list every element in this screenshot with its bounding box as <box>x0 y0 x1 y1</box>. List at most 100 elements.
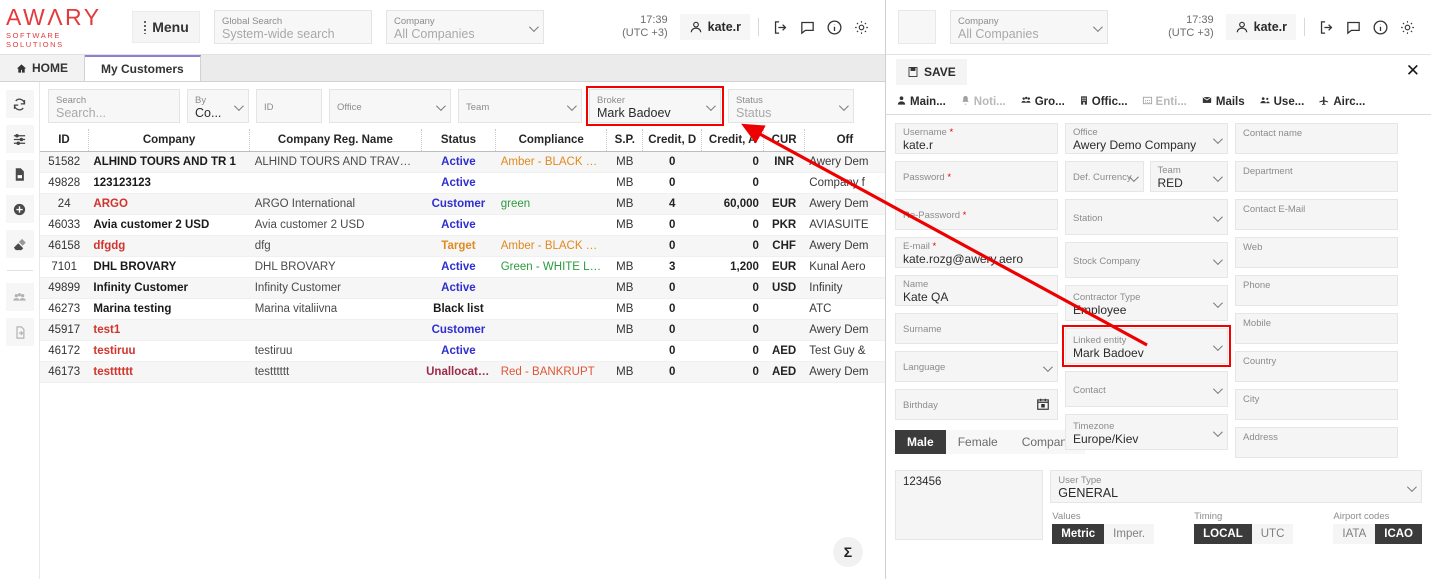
column-header[interactable]: Compliance <box>496 129 607 152</box>
toggle-option-metric[interactable]: Metric <box>1052 524 1104 544</box>
password-field[interactable]: Password * <box>895 161 1058 192</box>
status-select[interactable]: Status Status <box>728 89 854 123</box>
add-button[interactable] <box>6 195 34 223</box>
team-field[interactable]: TeamRED <box>1150 161 1229 192</box>
table-row[interactable]: 51582ALHIND TOURS AND TR 1ALHIND TOURS A… <box>40 152 885 173</box>
table-row[interactable]: 49828123123123ActiveMB00Company f <box>40 173 885 194</box>
close-panel-button[interactable]: ✕ <box>1406 63 1420 79</box>
department-field[interactable]: Department <box>1235 161 1398 192</box>
username-field[interactable]: Username *kate.r <box>895 123 1058 154</box>
contact-email-field[interactable]: Contact E-Mail <box>1235 199 1398 230</box>
refresh-button[interactable] <box>6 90 34 118</box>
tab-home[interactable]: HOME <box>0 55 85 81</box>
toggle-option-icao[interactable]: ICAO <box>1375 524 1422 544</box>
id-input[interactable]: ID <box>256 89 322 123</box>
email-field[interactable]: E-mail *kate.rozg@awery.aero <box>895 237 1058 268</box>
panel-tab-main[interactable]: Main... <box>890 89 952 114</box>
by-select[interactable]: By Co... <box>187 89 249 123</box>
mobile-field[interactable]: Mobile <box>1235 313 1398 344</box>
contractor-type-field[interactable]: Contractor TypeEmployee <box>1065 285 1228 321</box>
panel-settings-button[interactable] <box>1394 15 1421 40</box>
country-field[interactable]: Country <box>1235 351 1398 382</box>
surname-field[interactable]: Surname <box>895 313 1058 344</box>
panel-tab-airc[interactable]: Airc... <box>1312 89 1371 114</box>
city-field[interactable]: City <box>1235 389 1398 420</box>
office-field[interactable]: OfficeAwery Demo Company <box>1065 123 1228 154</box>
broker-select[interactable]: Broker Mark Badoev <box>589 89 721 123</box>
user-menu[interactable]: kate.r <box>680 14 750 40</box>
team-select[interactable]: Team <box>458 89 582 123</box>
group-button[interactable] <box>6 283 34 311</box>
clear-button[interactable] <box>6 230 34 258</box>
table-row[interactable]: 45917test1CustomerMB00Awery Dem <box>40 320 885 341</box>
birthday-field[interactable]: Birthday <box>895 389 1058 420</box>
column-header[interactable]: Off <box>804 129 885 152</box>
column-header[interactable]: ID <box>40 129 88 152</box>
chat-button[interactable] <box>794 15 821 40</box>
menu-button[interactable]: Menu <box>132 11 200 43</box>
company-select[interactable]: Company All Companies <box>386 10 544 44</box>
re-password-field[interactable]: Re-Password * <box>895 199 1058 230</box>
column-header[interactable]: S.P. <box>607 129 643 152</box>
toggle-option-local[interactable]: LOCAL <box>1194 524 1252 544</box>
column-header[interactable]: Company <box>88 129 249 152</box>
export-button[interactable] <box>6 318 34 346</box>
global-search-input[interactable]: Global Search System-wide search <box>214 10 372 44</box>
gender-option-female[interactable]: Female <box>946 430 1010 454</box>
table-row[interactable]: 7101DHL BROVARYDHL BROVARYActiveGreen - … <box>40 257 885 278</box>
table-row[interactable]: 46173testttttttesttttttUnallocatedRed - … <box>40 362 885 383</box>
toggle-option-imper[interactable]: Imper. <box>1104 524 1154 544</box>
column-header[interactable]: Status <box>421 129 496 152</box>
filters-button[interactable] <box>6 125 34 153</box>
toggle-option-iata[interactable]: IATA <box>1333 524 1375 544</box>
name-field[interactable]: NameKate QA <box>895 275 1058 306</box>
language-field[interactable]: Language <box>895 351 1058 382</box>
logout-button[interactable] <box>767 15 794 40</box>
panel-tab-use[interactable]: Use... <box>1253 89 1311 114</box>
office-select[interactable]: Office <box>329 89 451 123</box>
save-button[interactable]: SAVE <box>896 59 967 85</box>
panel-logout-button[interactable] <box>1313 15 1340 40</box>
user-type-select[interactable]: User Type GENERAL <box>1050 470 1422 503</box>
tab-my-customers[interactable]: My Customers <box>85 55 201 81</box>
notes-textarea[interactable]: 123456 <box>895 470 1043 540</box>
phone-field[interactable]: Phone <box>1235 275 1398 306</box>
address-field[interactable]: Address <box>1235 427 1398 458</box>
panel-tab-gro[interactable]: Gro... <box>1014 89 1071 114</box>
column-header[interactable]: CUR <box>764 129 804 152</box>
panel-tab-enti[interactable]: Enti... <box>1136 89 1193 114</box>
calendar-icon[interactable] <box>1036 397 1050 416</box>
table-row[interactable]: 49899Infinity CustomerInfinity CustomerA… <box>40 278 885 299</box>
stock-company-field[interactable]: Stock Company <box>1065 242 1228 278</box>
gender-option-male[interactable]: Male <box>895 430 946 454</box>
sum-button[interactable]: Σ <box>833 537 863 567</box>
panel-tab-noti[interactable]: Noti... <box>954 89 1012 114</box>
panel-tab-offic[interactable]: Offic... <box>1073 89 1134 114</box>
column-header[interactable]: Credit, A <box>701 129 764 152</box>
search-input[interactable]: Search Search... <box>48 89 180 123</box>
contact-name-field[interactable]: Contact name <box>1235 123 1398 154</box>
contact-field[interactable]: Contact <box>1065 371 1228 407</box>
table-row[interactable]: 46273Marina testingMarina vitaliivnaBlac… <box>40 299 885 320</box>
panel-info-button[interactable] <box>1367 15 1394 40</box>
toggle-option-utc[interactable]: UTC <box>1252 524 1294 544</box>
settings-button[interactable] <box>848 15 875 40</box>
info-button[interactable] <box>821 15 848 40</box>
timezone-field[interactable]: TimezoneEurope/Kiev <box>1065 414 1228 450</box>
web-field[interactable]: Web <box>1235 237 1398 268</box>
linked-entity-field[interactable]: Linked entityMark Badoev <box>1065 328 1228 364</box>
station-field[interactable]: Station <box>1065 199 1228 235</box>
column-header[interactable]: Company Reg. Name <box>250 129 421 152</box>
column-header[interactable]: Credit, D <box>643 129 701 152</box>
table-row[interactable]: 46172testiruutestiruuActive00AEDTest Guy… <box>40 341 885 362</box>
panel-company-select[interactable]: Company All Companies <box>950 10 1108 44</box>
def-currency-field[interactable]: Def. Currency <box>1065 161 1144 192</box>
table-row[interactable]: 24ARGOARGO InternationalCustomergreenMB4… <box>40 194 885 215</box>
panel-tab-mails[interactable]: Mails <box>1195 89 1251 114</box>
panel-user-menu[interactable]: kate.r <box>1226 14 1296 40</box>
table-row[interactable]: 46158dfgdgdfgTargetAmber - BLACK LIST00C… <box>40 236 885 257</box>
report-button[interactable] <box>6 160 34 188</box>
customers-table-wrap[interactable]: IDCompanyCompany Reg. NameStatusComplian… <box>40 129 885 579</box>
panel-chat-button[interactable] <box>1340 15 1367 40</box>
table-row[interactable]: 46033Avia customer 2 USDAvia customer 2 … <box>40 215 885 236</box>
